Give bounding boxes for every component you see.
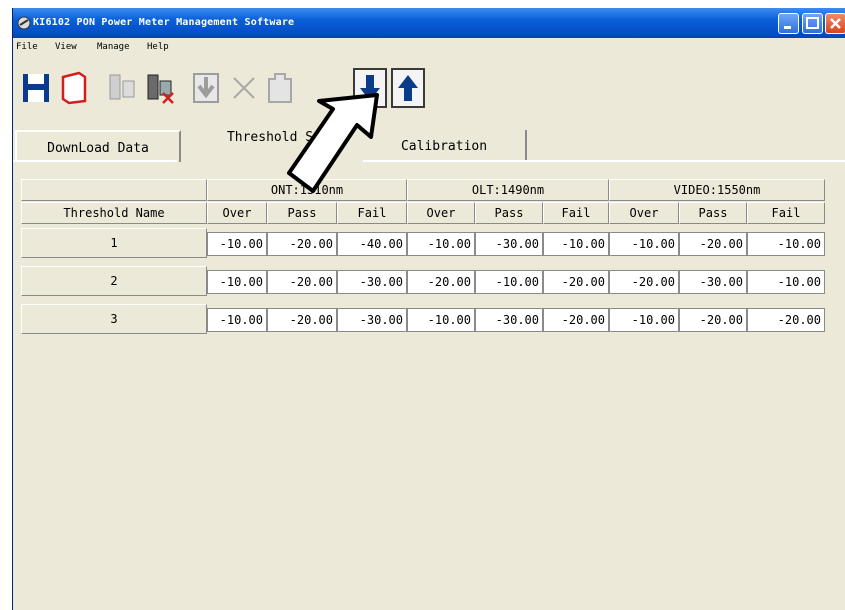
devices-icon	[109, 74, 135, 100]
menu-bar: File View Manage Help	[13, 38, 845, 58]
tab-calibration[interactable]: Calibration	[363, 130, 527, 162]
main-window: KI6102 PON Power Meter Management Softwa…	[12, 8, 845, 610]
save-icon	[23, 74, 49, 102]
column-header-threshold-name: Threshold Name	[21, 202, 207, 224]
olt-over-cell[interactable]: -10.00	[407, 232, 475, 256]
video-fail-cell[interactable]: -10.00	[747, 232, 825, 256]
menu-file[interactable]: File	[16, 42, 38, 52]
video-over-cell[interactable]: -20.00	[609, 270, 679, 294]
column-header-olt-over: Over	[407, 202, 475, 224]
check-download-button[interactable]	[189, 68, 223, 108]
video-over-cell[interactable]: -10.00	[609, 232, 679, 256]
devices-button[interactable]	[105, 68, 139, 108]
olt-pass-cell[interactable]: -30.00	[475, 308, 543, 332]
column-header-ont-pass: Pass	[267, 202, 337, 224]
ont-fail-cell[interactable]: -30.00	[337, 308, 407, 332]
ont-over-cell[interactable]: -10.00	[207, 232, 267, 256]
menu-view[interactable]: View	[55, 42, 77, 52]
column-header-olt-pass: Pass	[475, 202, 543, 224]
close-icon	[830, 18, 841, 29]
olt-over-cell[interactable]: -20.00	[407, 270, 475, 294]
pointer-arrow-icon	[287, 93, 379, 193]
tab-strip: DownLoad Data Threshold S Calibration	[13, 120, 845, 164]
video-pass-cell[interactable]: -30.00	[679, 270, 747, 294]
ont-pass-cell[interactable]: -20.00	[267, 308, 337, 332]
menu-help[interactable]: Help	[147, 42, 169, 52]
column-header-olt-fail: Fail	[543, 202, 609, 224]
column-header-ont-fail: Fail	[337, 202, 407, 224]
video-pass-cell[interactable]: -20.00	[679, 232, 747, 256]
video-over-cell[interactable]: -10.00	[609, 308, 679, 332]
threshold-panel: ONT:1310nm OLT:1490nm VIDEO:1550nm Thres…	[13, 162, 845, 610]
maximize-icon	[806, 17, 819, 29]
ont-pass-cell[interactable]: -20.00	[267, 232, 337, 256]
disconnect-button[interactable]	[143, 68, 177, 108]
maximize-button[interactable]	[802, 13, 823, 34]
column-header-video-fail: Fail	[747, 202, 825, 224]
upload-button[interactable]	[391, 68, 425, 108]
ont-pass-cell[interactable]: -20.00	[267, 270, 337, 294]
title-bar[interactable]: KI6102 PON Power Meter Management Softwa…	[13, 8, 845, 38]
column-header-video-pass: Pass	[679, 202, 747, 224]
tab-label: Calibration	[400, 138, 488, 154]
table-corner	[21, 179, 207, 201]
video-pass-cell[interactable]: -20.00	[679, 308, 747, 332]
ont-fail-cell[interactable]: -40.00	[337, 232, 407, 256]
check-download-icon	[193, 73, 219, 103]
row-header-1: 1	[21, 228, 207, 258]
app-icon	[17, 16, 31, 30]
open-icon	[61, 71, 87, 105]
window-title: KI6102 PON Power Meter Management Softwa…	[33, 17, 295, 28]
column-header-ont-over: Over	[207, 202, 267, 224]
olt-pass-cell[interactable]: -10.00	[475, 270, 543, 294]
close-button[interactable]	[825, 13, 845, 34]
row-header-3: 3	[21, 304, 207, 334]
save-button[interactable]	[19, 68, 53, 108]
column-header-video-over: Over	[609, 202, 679, 224]
video-fail-cell[interactable]: -20.00	[747, 308, 825, 332]
disconnect-icon	[147, 74, 174, 104]
toolbar	[13, 60, 845, 118]
ont-over-cell[interactable]: -10.00	[207, 308, 267, 332]
row-header-2: 2	[21, 266, 207, 296]
olt-fail-cell[interactable]: -20.00	[543, 308, 609, 332]
upload-arrow-icon	[398, 75, 418, 101]
olt-over-cell[interactable]: -10.00	[407, 308, 475, 332]
olt-fail-cell[interactable]: -10.00	[543, 232, 609, 256]
ont-over-cell[interactable]: -10.00	[207, 270, 267, 294]
video-fail-cell[interactable]: -10.00	[747, 270, 825, 294]
tab-label: DownLoad Data	[47, 140, 149, 156]
delete-button[interactable]	[227, 68, 261, 108]
menu-manage[interactable]: Manage	[97, 42, 130, 52]
olt-fail-cell[interactable]: -20.00	[543, 270, 609, 294]
open-button[interactable]	[57, 68, 91, 108]
olt-pass-cell[interactable]: -30.00	[475, 232, 543, 256]
group-header-video: VIDEO:1550nm	[609, 179, 825, 201]
minimize-icon	[784, 26, 791, 29]
minimize-button[interactable]	[778, 13, 799, 34]
delete-icon	[233, 77, 255, 99]
ont-fail-cell[interactable]: -30.00	[337, 270, 407, 294]
tab-download-data[interactable]: DownLoad Data	[15, 130, 181, 164]
group-header-olt: OLT:1490nm	[407, 179, 609, 201]
